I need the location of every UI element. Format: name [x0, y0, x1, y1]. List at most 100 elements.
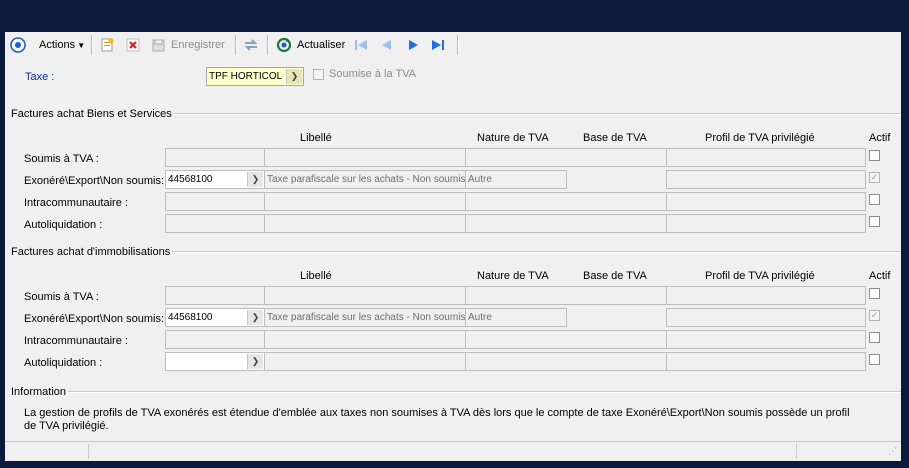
save-button[interactable]: Enregistrer	[171, 36, 225, 54]
chevron-down-icon[interactable]: ❯	[286, 69, 302, 84]
tax-label: Taxe :	[25, 71, 55, 83]
last-record-icon[interactable]	[430, 37, 446, 53]
subject-vat-label: Soumise à la TVA	[329, 68, 417, 80]
row-label-autoliq: Autoliquidation :	[24, 357, 103, 369]
actif-checkbox[interactable]	[869, 194, 880, 205]
nature-base-field	[465, 192, 667, 211]
tax-combo-value: TPF HORTICOL	[209, 71, 283, 82]
actif-checkbox[interactable]	[869, 150, 880, 161]
account-field[interactable]	[165, 214, 265, 233]
chevron-down-icon[interactable]: ❯	[247, 310, 263, 325]
actif-checkbox[interactable]	[869, 332, 880, 343]
section-title-immob: Factures achat d'immobilisations	[11, 246, 173, 258]
actions-menu-button[interactable]: Actions ▼	[39, 36, 85, 54]
account-field[interactable]	[165, 330, 265, 349]
first-record-icon[interactable]	[353, 37, 369, 53]
row-label-intra: Intracommunautaire :	[24, 197, 128, 209]
row-label-soumis: Soumis à TVA :	[24, 291, 99, 303]
chevron-down-icon[interactable]: ❯	[247, 172, 263, 187]
toolbar-separator	[267, 35, 269, 55]
col-header-profil: Profil de TVA privilégié	[705, 132, 815, 144]
tva-profile-window: Actions ▼ Enregistrer Actualiser Taxe: …	[5, 32, 901, 461]
sync-arrows-icon[interactable]	[243, 37, 259, 53]
actif-checkbox[interactable]	[869, 354, 880, 365]
account-field[interactable]	[165, 286, 265, 305]
actif-checkbox-checked[interactable]: ✓	[869, 172, 880, 183]
profil-field[interactable]	[666, 214, 866, 233]
information-text-line1: La gestion de profils de TVA exonérés es…	[24, 407, 850, 419]
section-divider	[163, 251, 901, 253]
profil-field[interactable]	[666, 286, 866, 305]
refresh-button[interactable]: Actualiser	[297, 36, 345, 54]
profil-field[interactable]	[666, 192, 866, 211]
next-record-icon[interactable]	[405, 37, 421, 53]
libelle-field	[264, 286, 466, 305]
status-segment	[5, 444, 89, 459]
actif-checkbox-checked[interactable]: ✓	[869, 310, 880, 321]
col-header-actif: Actif	[869, 132, 891, 144]
nature-field: Autre	[465, 308, 567, 327]
previous-record-icon[interactable]	[379, 37, 395, 53]
col-header-libelle: Libellé	[300, 270, 332, 282]
chevron-down-icon[interactable]: ❯	[247, 354, 263, 369]
toolbar-separator	[235, 35, 237, 55]
row-label-autoliq: Autoliquidation :	[24, 219, 103, 231]
actif-checkbox[interactable]	[869, 288, 880, 299]
account-combo[interactable]: 44568100 ❯	[165, 170, 265, 189]
libelle-field	[264, 214, 466, 233]
toolbar-separator	[91, 35, 93, 55]
toolbar-separator	[457, 35, 459, 55]
toolbar: Actions ▼ Enregistrer Actualiser	[5, 32, 901, 58]
save-disabled-icon	[152, 39, 165, 52]
profil-field[interactable]	[666, 308, 866, 327]
profil-field[interactable]	[666, 330, 866, 349]
col-header-base: Base de TVA	[583, 270, 647, 282]
libelle-field	[264, 148, 466, 167]
actif-checkbox[interactable]	[869, 216, 880, 227]
account-field[interactable]	[165, 148, 265, 167]
profil-field[interactable]	[666, 170, 866, 189]
account-combo[interactable]: 44568100 ❯	[165, 308, 265, 327]
nature-base-field	[465, 214, 667, 233]
resize-grip-icon[interactable]: ⋰	[888, 446, 897, 457]
col-header-profil: Profil de TVA privilégié	[705, 270, 815, 282]
profil-field[interactable]	[666, 352, 866, 371]
account-value: 44568100	[168, 174, 213, 185]
new-document-icon[interactable]	[99, 37, 115, 53]
section-title-information: Information	[11, 386, 69, 398]
col-header-nature: Nature de TVA	[477, 132, 549, 144]
information-text-line2: de TVA privilégié.	[24, 420, 109, 432]
col-header-actif: Actif	[869, 270, 891, 282]
actions-label: Actions	[39, 39, 76, 51]
refresh-icon[interactable]	[276, 37, 292, 53]
row-label-soumis: Soumis à TVA :	[24, 153, 99, 165]
libelle-field	[264, 330, 466, 349]
col-header-libelle: Libellé	[300, 132, 332, 144]
nature-base-field	[465, 148, 667, 167]
nature-base-field	[465, 352, 667, 371]
section-divider	[63, 391, 901, 393]
libelle-field: Taxe parafiscale sur les achats - Non so…	[264, 308, 466, 327]
col-header-nature: Nature de TVA	[477, 270, 549, 282]
tax-combo[interactable]: TPF HORTICOL ❯	[206, 67, 304, 86]
nature-field: Autre	[465, 170, 567, 189]
row-label-exonere: Exonéré\Export\Non soumis:	[24, 175, 165, 187]
target-circle-icon[interactable]	[10, 37, 26, 53]
section-title-services: Factures achat Biens et Services	[11, 108, 174, 120]
libelle-field: Taxe parafiscale sur les achats - Non so…	[264, 170, 466, 189]
libelle-field	[264, 192, 466, 211]
account-field[interactable]	[165, 192, 265, 211]
delete-icon[interactable]	[125, 37, 141, 53]
row-label-intra: Intracommunautaire :	[24, 335, 128, 347]
row-label-exonere: Exonéré\Export\Non soumis:	[24, 313, 165, 325]
account-combo[interactable]: ❯	[165, 352, 265, 371]
nature-base-field	[465, 286, 667, 305]
section-divider	[170, 113, 901, 115]
status-bar: ⋰	[5, 441, 901, 461]
profil-field[interactable]	[666, 148, 866, 167]
libelle-field	[264, 352, 466, 371]
subject-vat-checkbox[interactable]	[313, 69, 324, 80]
account-value: 44568100	[168, 312, 213, 323]
nature-base-field	[465, 330, 667, 349]
dropdown-arrow-icon: ▼	[75, 41, 86, 50]
